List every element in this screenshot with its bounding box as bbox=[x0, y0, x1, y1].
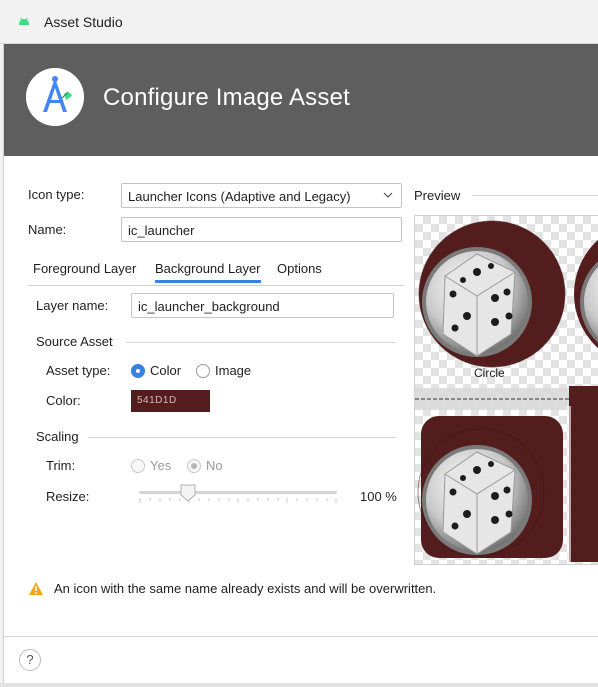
trim-no-radio[interactable] bbox=[187, 459, 201, 473]
title-bar: Asset Studio bbox=[0, 0, 598, 44]
android-icon bbox=[19, 17, 29, 25]
layer-name-value: ic_launcher_background bbox=[138, 299, 280, 314]
icon-type-dropdown[interactable]: Launcher Icons (Adaptive and Legacy) bbox=[121, 183, 402, 208]
warning-text: An icon with the same name already exist… bbox=[54, 581, 437, 596]
preview-divider bbox=[472, 195, 598, 196]
chevron-down-icon bbox=[383, 192, 393, 198]
trim-no-label[interactable]: No bbox=[206, 458, 223, 473]
preview-caption-circle: Circle bbox=[474, 366, 505, 380]
tab-options[interactable]: Options bbox=[277, 261, 322, 276]
preview-icons bbox=[415, 220, 598, 564]
page-title: Configure Image Asset bbox=[103, 84, 351, 111]
scaling-title: Scaling bbox=[36, 429, 79, 444]
help-button[interactable]: ? bbox=[19, 649, 41, 671]
trim-yes-label[interactable]: Yes bbox=[150, 458, 171, 473]
tab-foreground-layer[interactable]: Foreground Layer bbox=[33, 261, 136, 276]
resize-value: 100 % bbox=[360, 489, 397, 504]
name-label: Name: bbox=[28, 222, 67, 237]
asset-type-color-label[interactable]: Color bbox=[150, 363, 181, 378]
color-hex-value: 541D1D bbox=[137, 395, 177, 406]
layer-tabs: Foreground Layer Background Layer Option… bbox=[28, 256, 404, 286]
window-bottom-edge bbox=[0, 683, 598, 687]
icon-type-label: Icon type: bbox=[28, 187, 85, 202]
source-asset-divider bbox=[126, 342, 396, 343]
tab-background-layer[interactable]: Background Layer bbox=[155, 261, 261, 283]
name-value: ic_launcher bbox=[128, 223, 195, 238]
layer-name-field[interactable]: ic_launcher_background bbox=[131, 293, 394, 318]
asset-type-image-label[interactable]: Image bbox=[215, 363, 251, 378]
asset-type-color-radio[interactable] bbox=[131, 364, 145, 378]
resize-slider-ticks bbox=[139, 498, 337, 503]
preview-title: Preview bbox=[414, 188, 461, 203]
asset-type-label: Asset type: bbox=[46, 363, 111, 378]
source-asset-title: Source Asset bbox=[36, 334, 113, 349]
android-studio-logo bbox=[26, 68, 84, 126]
layer-name-label: Layer name: bbox=[36, 298, 109, 313]
color-label: Color: bbox=[46, 393, 81, 408]
warning-icon bbox=[29, 582, 43, 595]
scaling-divider bbox=[88, 437, 396, 438]
resize-slider-thumb[interactable] bbox=[180, 484, 196, 502]
trim-yes-radio[interactable] bbox=[131, 459, 145, 473]
asset-type-image-radio[interactable] bbox=[196, 364, 210, 378]
window-title: Asset Studio bbox=[44, 14, 123, 30]
color-swatch-button[interactable]: 541D1D bbox=[131, 390, 210, 412]
resize-label: Resize: bbox=[46, 489, 90, 504]
icon-type-value: Launcher Icons (Adaptive and Legacy) bbox=[128, 189, 351, 204]
header-banner: Configure Image Asset bbox=[4, 44, 598, 156]
resize-slider-track[interactable] bbox=[139, 491, 337, 494]
trim-label: Trim: bbox=[46, 458, 76, 473]
preview-panel bbox=[414, 215, 598, 565]
name-field[interactable]: ic_launcher bbox=[121, 217, 402, 242]
footer-divider bbox=[4, 636, 598, 637]
